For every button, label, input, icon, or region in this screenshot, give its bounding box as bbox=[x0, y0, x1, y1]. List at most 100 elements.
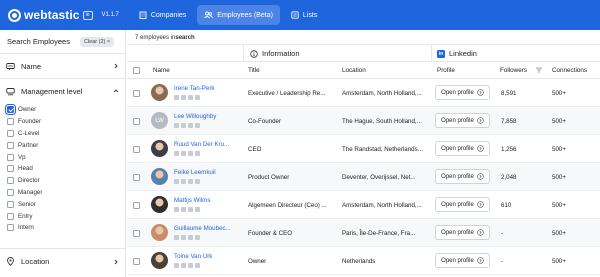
email-small-icon[interactable] bbox=[181, 151, 186, 156]
management-option[interactable]: Intern bbox=[0, 222, 125, 234]
phone-small-icon[interactable] bbox=[188, 123, 193, 128]
table-row[interactable]: Toine Van Urk Owner Netherlands - 500+ Open p… bbox=[127, 248, 600, 275]
management-option-checkbox[interactable] bbox=[7, 141, 14, 149]
table-row[interactable]: Ruud Van Der Kru... CEO The Randstad, Neth… bbox=[127, 136, 600, 163]
management-level-options: Owner Founder C-Level Partner Vp Head Director… bbox=[0, 103, 125, 237]
open-profile-button[interactable]: Open profile bbox=[435, 253, 490, 268]
table-row[interactable]: Feike Leemkuil Product Owner Deventer, Ove… bbox=[127, 164, 600, 191]
web-small-icon[interactable] bbox=[195, 179, 200, 184]
linkedin-small-icon[interactable] bbox=[174, 123, 179, 128]
management-option[interactable]: Owner bbox=[0, 104, 125, 116]
table-row[interactable]: LW Lee Willoughby Co-Founder The Hague, Sou… bbox=[127, 108, 600, 135]
open-profile-button[interactable]: Open profile bbox=[435, 85, 490, 100]
row-checkbox[interactable] bbox=[133, 230, 140, 237]
row-checkbox[interactable] bbox=[133, 202, 140, 209]
phone-small-icon[interactable] bbox=[188, 235, 193, 240]
nav-companies[interactable]: Companies bbox=[132, 5, 193, 25]
filter-section-name[interactable]: Name bbox=[0, 53, 125, 78]
column-followers[interactable]: Followers bbox=[500, 67, 527, 74]
sort-icon[interactable] bbox=[535, 66, 543, 74]
phone-small-icon[interactable] bbox=[188, 207, 193, 212]
management-option[interactable]: C-Level bbox=[0, 128, 125, 140]
management-option[interactable]: Vp bbox=[0, 151, 125, 163]
column-profile[interactable]: Profile bbox=[437, 67, 455, 74]
linkedin-small-icon[interactable] bbox=[174, 179, 179, 184]
open-profile-button[interactable]: Open profile bbox=[435, 169, 490, 184]
management-option[interactable]: Senior bbox=[0, 198, 125, 210]
management-option[interactable]: Founder bbox=[0, 116, 125, 128]
linkedin-small-icon[interactable] bbox=[174, 95, 179, 100]
linkedin-small-icon[interactable] bbox=[174, 207, 179, 212]
email-small-icon[interactable] bbox=[181, 95, 186, 100]
table-row[interactable]: Guillaume Moubec... Founder & CEO Paris, Î… bbox=[127, 220, 600, 247]
management-option-checkbox[interactable] bbox=[7, 129, 14, 137]
linkedin-small-icon[interactable] bbox=[174, 235, 179, 240]
web-small-icon[interactable] bbox=[195, 151, 200, 156]
nav-lists[interactable]: Lists bbox=[284, 5, 324, 25]
management-option-checkbox[interactable] bbox=[7, 224, 14, 232]
management-option-checkbox[interactable] bbox=[7, 165, 14, 173]
filter-section-location[interactable]: Location bbox=[0, 248, 125, 274]
management-option[interactable]: Partner bbox=[0, 139, 125, 151]
management-option-checkbox[interactable] bbox=[7, 118, 14, 126]
group-information-label: Information bbox=[262, 49, 300, 58]
open-profile-button[interactable]: Open profile bbox=[435, 141, 490, 156]
web-small-icon[interactable] bbox=[195, 95, 200, 100]
group-linkedin: in Linkedin bbox=[431, 45, 600, 62]
management-option-checkbox[interactable] bbox=[7, 212, 14, 220]
email-small-icon[interactable] bbox=[181, 263, 186, 268]
management-option[interactable]: Head bbox=[0, 163, 125, 175]
nav-employees[interactable]: Employees (Beta) bbox=[197, 5, 280, 25]
phone-small-icon[interactable] bbox=[188, 151, 193, 156]
row-checkbox[interactable] bbox=[133, 258, 140, 265]
phone-small-icon[interactable] bbox=[188, 95, 193, 100]
management-option[interactable]: Manager bbox=[0, 187, 125, 199]
column-name[interactable]: Name bbox=[153, 67, 170, 74]
employee-name-link[interactable]: Mattijs Wilms bbox=[174, 197, 210, 204]
row-checkbox[interactable] bbox=[133, 118, 140, 125]
employee-location: Deventer, Overijssel, Net... bbox=[342, 174, 416, 181]
email-small-icon[interactable] bbox=[181, 207, 186, 212]
email-small-icon[interactable] bbox=[181, 179, 186, 184]
employee-name-link[interactable]: Guillaume Moubec... bbox=[174, 225, 231, 232]
employee-name-link[interactable]: Irene Tan-Perk bbox=[174, 85, 214, 92]
web-small-icon[interactable] bbox=[195, 123, 200, 128]
management-option[interactable]: Director bbox=[0, 175, 125, 187]
open-profile-button[interactable]: Open profile bbox=[435, 113, 490, 128]
open-profile-button[interactable]: Open profile bbox=[435, 225, 490, 240]
web-small-icon[interactable] bbox=[195, 263, 200, 268]
open-profile-label: Open profile bbox=[441, 229, 474, 236]
open-profile-button[interactable]: Open profile bbox=[435, 197, 490, 212]
linkedin-small-icon[interactable] bbox=[174, 151, 179, 156]
filter-section-management[interactable]: Management level bbox=[0, 78, 125, 103]
management-option-label: Owner bbox=[18, 106, 37, 114]
column-location[interactable]: Location bbox=[342, 67, 366, 74]
employee-name-link[interactable]: Toine Van Urk bbox=[174, 253, 212, 260]
select-all-checkbox[interactable] bbox=[133, 67, 140, 74]
clear-filters-button[interactable]: Clear (2) × bbox=[79, 36, 115, 47]
management-option-checkbox[interactable] bbox=[7, 200, 14, 208]
linkedin-small-icon[interactable] bbox=[174, 263, 179, 268]
email-small-icon[interactable] bbox=[181, 235, 186, 240]
column-connections[interactable]: Connections bbox=[552, 67, 587, 74]
management-option[interactable]: Entry bbox=[0, 210, 125, 222]
management-option-checkbox[interactable] bbox=[5, 104, 16, 116]
table-row[interactable]: Irene Tan-Perk Executive / Leadership Re.… bbox=[127, 80, 600, 107]
row-checkbox[interactable] bbox=[133, 174, 140, 181]
row-checkbox[interactable] bbox=[133, 90, 140, 97]
column-title[interactable]: Title bbox=[248, 67, 260, 74]
management-option-checkbox[interactable] bbox=[7, 153, 14, 161]
table-row[interactable]: Mattijs Wilms Algemeen Directeur (Ceo) ..… bbox=[127, 192, 600, 219]
employee-name-link[interactable]: Lee Willoughby bbox=[174, 113, 216, 120]
app-logo[interactable]: webtastic io bbox=[8, 8, 93, 22]
email-small-icon[interactable] bbox=[181, 123, 186, 128]
phone-small-icon[interactable] bbox=[188, 179, 193, 184]
management-option-checkbox[interactable] bbox=[7, 177, 14, 185]
web-small-icon[interactable] bbox=[195, 235, 200, 240]
row-checkbox[interactable] bbox=[133, 146, 140, 153]
employee-name-link[interactable]: Feike Leemkuil bbox=[174, 169, 216, 176]
management-option-checkbox[interactable] bbox=[7, 188, 14, 196]
employee-name-link[interactable]: Ruud Van Der Kru... bbox=[174, 141, 229, 148]
phone-small-icon[interactable] bbox=[188, 263, 193, 268]
web-small-icon[interactable] bbox=[195, 207, 200, 212]
